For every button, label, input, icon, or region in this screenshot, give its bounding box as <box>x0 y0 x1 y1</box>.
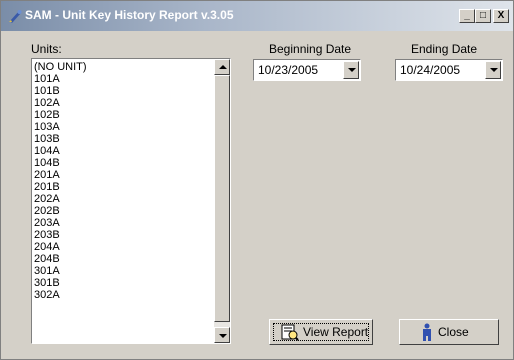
door-exit-icon <box>423 323 431 341</box>
list-item[interactable]: 101A <box>34 73 216 85</box>
list-item[interactable]: 202B <box>34 205 216 217</box>
maximize-button[interactable]: □ <box>475 9 491 23</box>
list-item[interactable]: 204A <box>34 241 216 253</box>
ending-date-value: 10/24/2005 <box>400 63 461 77</box>
beginning-date-value: 10/23/2005 <box>258 63 319 77</box>
list-item[interactable]: 104B <box>34 157 216 169</box>
list-item[interactable]: 103B <box>34 133 216 145</box>
ending-date-label: Ending Date <box>411 42 478 56</box>
units-scrollbar[interactable] <box>214 59 230 343</box>
chevron-down-icon <box>490 68 498 72</box>
beginning-date-label: Beginning Date <box>269 42 352 56</box>
ending-date-picker[interactable]: 10/24/2005 <box>395 59 503 81</box>
list-item[interactable]: 102B <box>34 109 216 121</box>
list-item[interactable]: 202A <box>34 193 216 205</box>
beginning-date-picker[interactable]: 10/23/2005 <box>253 59 361 81</box>
chevron-down-icon <box>348 68 356 72</box>
list-item[interactable]: (NO UNIT) <box>34 61 216 73</box>
beginning-date-dropdown-button[interactable] <box>343 61 359 79</box>
list-item[interactable]: 203A <box>34 217 216 229</box>
scroll-down-button[interactable] <box>214 327 230 343</box>
scroll-up-button[interactable] <box>214 59 230 75</box>
scroll-thumb[interactable] <box>214 75 230 322</box>
close-window-button[interactable]: X <box>493 9 509 23</box>
list-item[interactable]: 201B <box>34 181 216 193</box>
view-report-label: View Report <box>303 325 369 339</box>
list-item[interactable]: 203B <box>34 229 216 241</box>
list-item[interactable]: 101B <box>34 85 216 97</box>
report-icon <box>281 324 299 341</box>
list-item[interactable]: 103A <box>34 121 216 133</box>
list-item[interactable]: 302A <box>34 289 216 301</box>
units-listbox[interactable]: (NO UNIT) 101A 101B 102A 102B 103A 103B 104A 104… <box>31 58 231 344</box>
list-item[interactable]: 301A <box>34 265 216 277</box>
list-item[interactable]: 102A <box>34 97 216 109</box>
view-report-button[interactable]: View Report <box>269 319 373 345</box>
window-title: SAM - Unit Key History Report v.3.05 <box>25 8 234 22</box>
list-item[interactable]: 201A <box>34 169 216 181</box>
chevron-up-icon <box>219 65 227 69</box>
ending-date-dropdown-button[interactable] <box>485 61 501 79</box>
list-item[interactable]: 301B <box>34 277 216 289</box>
chevron-down-icon <box>219 334 227 338</box>
close-button[interactable]: Close <box>399 319 499 345</box>
app-icon <box>9 10 22 23</box>
close-label: Close <box>438 325 469 339</box>
app-window: SAM - Unit Key History Report v.3.05 _ □… <box>0 0 514 360</box>
title-bar[interactable]: SAM - Unit Key History Report v.3.05 _ □… <box>1 1 513 31</box>
minimize-button[interactable]: _ <box>459 9 475 23</box>
list-item[interactable]: 204B <box>34 253 216 265</box>
units-label: Units: <box>31 42 62 56</box>
units-list: (NO UNIT) 101A 101B 102A 102B 103A 103B 104A 104… <box>34 61 216 341</box>
list-item[interactable]: 104A <box>34 145 216 157</box>
